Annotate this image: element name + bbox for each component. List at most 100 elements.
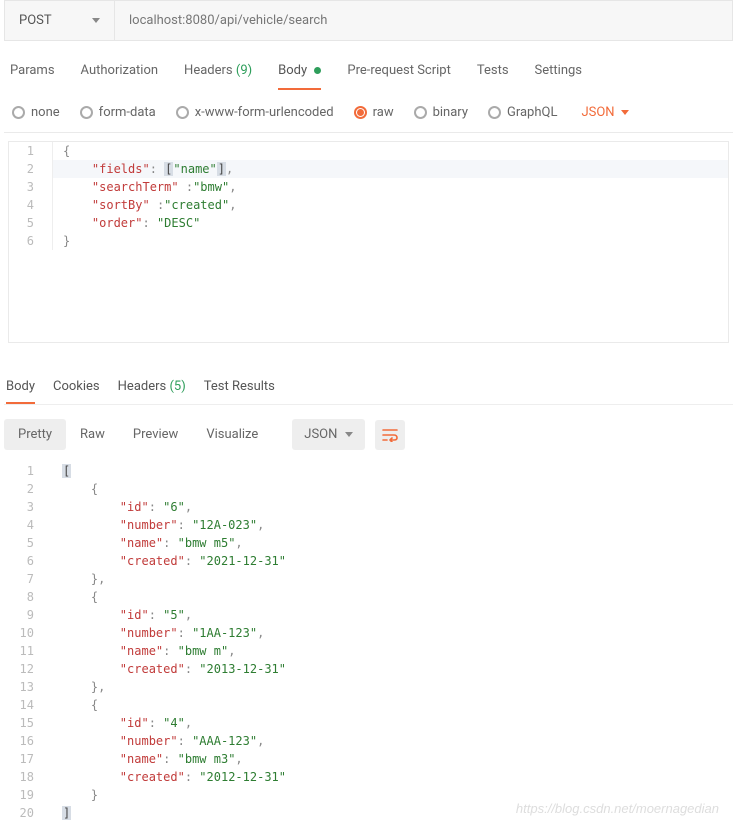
request-url-value: localhost:8080/api/vehicle/search (129, 13, 327, 28)
line-number: 3 (8, 498, 52, 516)
editor-line: 4 "number": "12A-023", (8, 516, 729, 534)
editor-line: 1{ (9, 142, 728, 160)
view-raw-button[interactable]: Raw (66, 419, 119, 450)
response-tab-body[interactable]: Body (6, 379, 35, 404)
body-type-binary[interactable]: binary (414, 105, 468, 120)
tab-tests[interactable]: Tests (477, 63, 509, 90)
tab-prerequest[interactable]: Pre-request Script (347, 63, 450, 90)
editor-line: 6 "created": "2021-12-31" (8, 552, 729, 570)
line-number: 2 (9, 160, 53, 178)
radio-icon (414, 106, 427, 119)
line-content: "created": "2012-12-31" (52, 768, 286, 786)
line-number: 6 (9, 232, 53, 250)
response-tab-test-results[interactable]: Test Results (204, 379, 275, 404)
view-preview-button[interactable]: Preview (119, 419, 192, 450)
response-tab-cookies[interactable]: Cookies (53, 379, 100, 404)
tab-headers[interactable]: Headers (9) (184, 63, 252, 90)
body-type-raw-label: raw (373, 105, 394, 120)
body-type-none-label: none (31, 105, 60, 120)
editor-line: 8 { (8, 588, 729, 606)
wrap-lines-icon (382, 428, 398, 442)
line-number: 2 (8, 480, 52, 498)
line-number: 3 (9, 178, 53, 196)
radio-icon (80, 106, 93, 119)
line-number: 20 (8, 804, 52, 822)
editor-line: 16 "number": "AAA-123", (8, 732, 729, 750)
line-content: "name": "bmw m3", (52, 750, 243, 768)
request-body-editor[interactable]: 1{2 "fields": ["name"],3 "searchTerm" :"… (8, 141, 729, 343)
editor-line: 3 "id": "6", (8, 498, 729, 516)
editor-line: 17 "name": "bmw m3", (8, 750, 729, 768)
line-number: 4 (8, 516, 52, 534)
raw-content-type-select[interactable]: JSON (581, 105, 628, 120)
line-content: "number": "1AA-123", (52, 624, 264, 642)
editor-line: 11 "name": "bmw m", (8, 642, 729, 660)
line-content: { (53, 142, 70, 160)
line-number: 18 (8, 768, 52, 786)
view-visualize-button[interactable]: Visualize (192, 419, 272, 450)
line-content: "number": "12A-023", (52, 516, 264, 534)
tab-authorization[interactable]: Authorization (81, 63, 159, 90)
line-content: ] (52, 804, 71, 822)
body-type-form-data[interactable]: form-data (80, 105, 156, 120)
caret-down-icon (345, 432, 353, 437)
line-content: }, (52, 678, 105, 696)
response-type-value: JSON (304, 427, 337, 442)
radio-icon (176, 106, 189, 119)
line-content: [ (52, 462, 71, 480)
wrap-lines-button[interactable] (375, 420, 405, 450)
tab-settings[interactable]: Settings (535, 63, 582, 90)
editor-line: 18 "created": "2012-12-31" (8, 768, 729, 786)
editor-line: 6} (9, 232, 728, 250)
line-content: "name": "bmw m5", (52, 534, 243, 552)
response-tab-headers[interactable]: Headers (5) (118, 379, 186, 404)
line-content: }, (52, 570, 105, 588)
line-number: 1 (8, 462, 52, 480)
line-content: "number": "AAA-123", (52, 732, 264, 750)
line-number: 1 (9, 142, 53, 160)
body-type-x-www-label: x-www-form-urlencoded (195, 105, 334, 120)
radio-icon (354, 106, 367, 119)
http-method-select[interactable]: POST (5, 1, 115, 40)
body-type-x-www[interactable]: x-www-form-urlencoded (176, 105, 334, 120)
editor-line: 4 "sortBy" :"created", (9, 196, 728, 214)
watermark-text: https://blog.csdn.net/moernagedian (516, 801, 719, 816)
editor-line: 12 "created": "2013-12-31" (8, 660, 729, 678)
view-pretty-button[interactable]: Pretty (4, 419, 66, 450)
body-type-graphql[interactable]: GraphQL (488, 105, 557, 120)
request-url-input[interactable]: localhost:8080/api/vehicle/search (115, 1, 732, 40)
body-type-none[interactable]: none (12, 105, 60, 120)
editor-line: 7 }, (8, 570, 729, 588)
body-type-form-data-label: form-data (99, 105, 156, 120)
response-tab-headers-label: Headers (118, 379, 167, 394)
editor-line: 13 }, (8, 678, 729, 696)
line-number: 16 (8, 732, 52, 750)
radio-icon (12, 106, 25, 119)
body-type-options: none form-data x-www-form-urlencoded raw… (4, 91, 733, 133)
line-content: "id": "4", (52, 714, 192, 732)
tab-params[interactable]: Params (10, 63, 55, 90)
line-content: "fields": ["name"], (53, 160, 728, 178)
editor-line: 14 { (8, 696, 729, 714)
tab-body[interactable]: Body (278, 63, 321, 90)
line-content: } (52, 786, 98, 804)
line-content: "created": "2021-12-31" (52, 552, 286, 570)
editor-line: 2 { (8, 480, 729, 498)
response-type-select[interactable]: JSON (292, 419, 365, 450)
body-type-binary-label: binary (433, 105, 468, 120)
line-number: 9 (8, 606, 52, 624)
line-number: 19 (8, 786, 52, 804)
line-content: "id": "6", (52, 498, 192, 516)
tab-headers-count: (9) (236, 63, 252, 78)
raw-content-type-value: JSON (581, 105, 614, 120)
line-number: 12 (8, 660, 52, 678)
line-number: 8 (8, 588, 52, 606)
line-number: 15 (8, 714, 52, 732)
line-number: 14 (8, 696, 52, 714)
response-body-viewer[interactable]: 1[2 {3 "id": "6",4 "number": "12A-023",5… (8, 462, 729, 822)
editor-line: 5 "name": "bmw m5", (8, 534, 729, 552)
http-method-value: POST (19, 13, 52, 28)
tab-body-label: Body (278, 63, 307, 78)
body-type-raw[interactable]: raw (354, 105, 394, 120)
line-content: "created": "2013-12-31" (52, 660, 286, 678)
